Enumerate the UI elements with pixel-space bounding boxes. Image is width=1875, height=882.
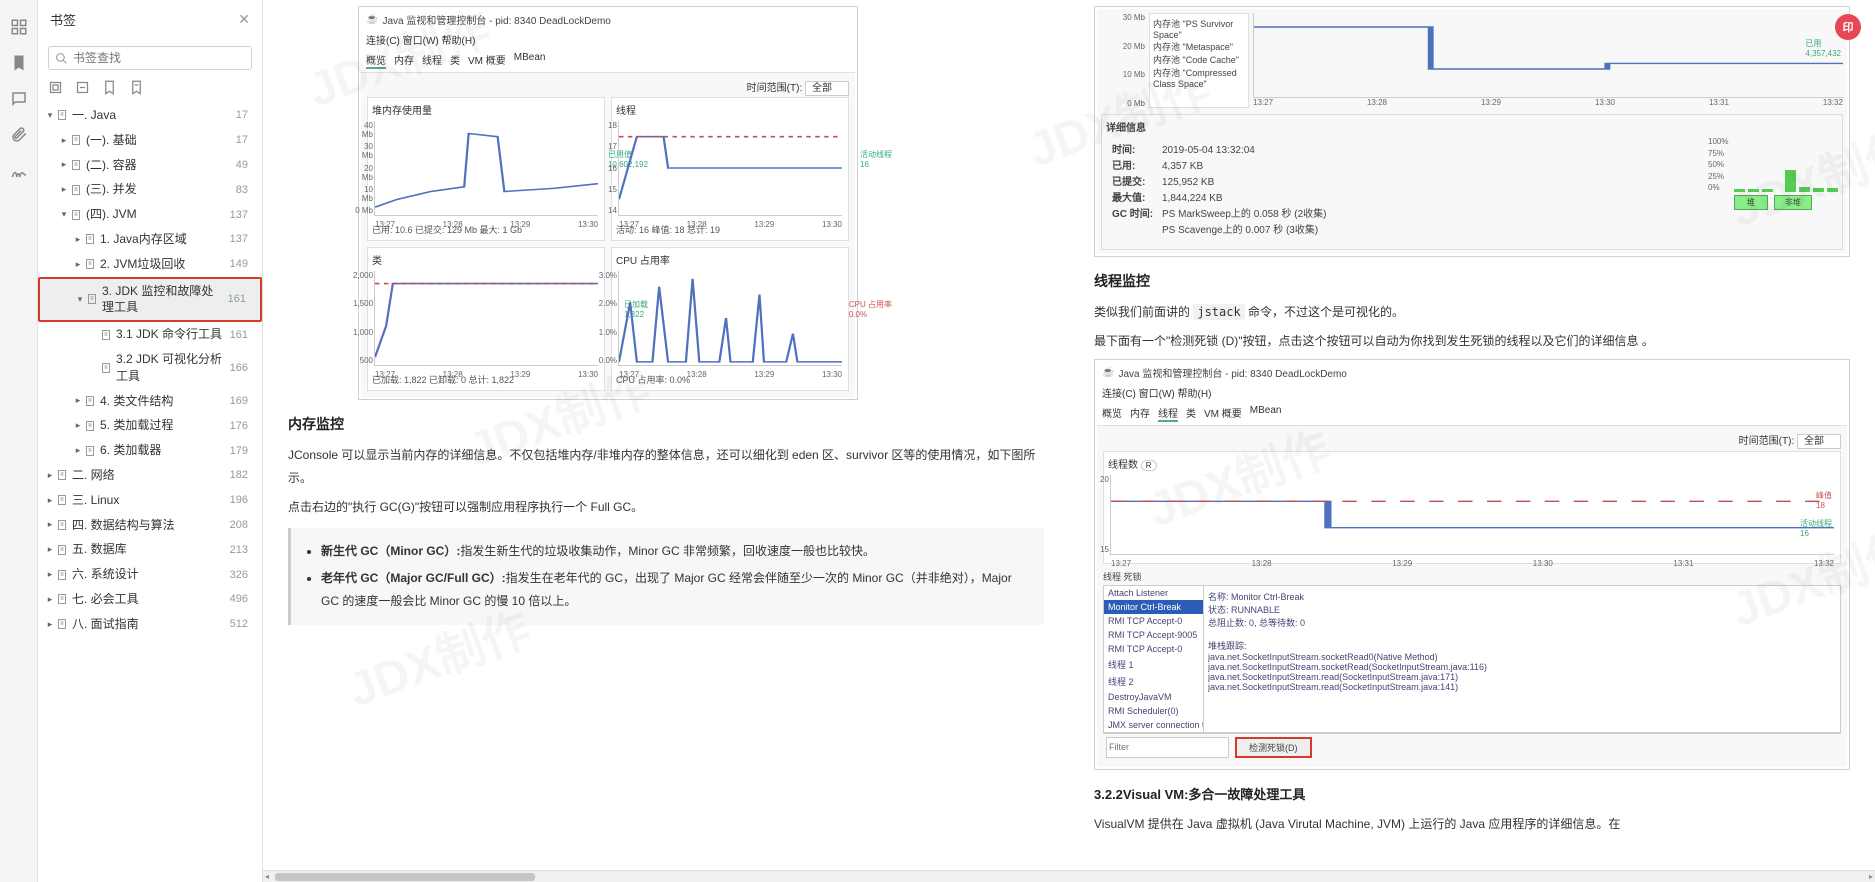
bookmark-item[interactable]: (二). 容器49 xyxy=(38,153,262,178)
scrollbar-thumb[interactable] xyxy=(275,873,535,881)
bookmark-ribbon-icon[interactable] xyxy=(129,80,144,95)
thread-chart: 线程 1817161514 13:2713:2813:2913:30 活动线程 … xyxy=(611,97,849,241)
bookmark-item[interactable]: 1. Java内存区域137 xyxy=(38,227,262,252)
heading-thread: 线程监控 xyxy=(1094,271,1850,291)
bookmark-item[interactable]: 5. 类加载过程176 xyxy=(38,413,262,438)
bookmark-item[interactable]: 六. 系统设计326 xyxy=(38,562,262,587)
bookmark-icon[interactable] xyxy=(10,54,28,72)
horizontal-scrollbar[interactable]: ◂ ▸ xyxy=(263,870,1875,882)
bookmark-item[interactable]: (一). 基础17 xyxy=(38,128,262,153)
bookmark-item[interactable]: 2. JVM垃圾回收149 xyxy=(38,252,262,277)
bookmark-item[interactable]: 3.2 JDK 可视化分析工具166 xyxy=(38,347,262,389)
bookmark-item[interactable]: 五. 数据库213 xyxy=(38,537,262,562)
heap-chart: 堆内存使用量 40 Mb30 Mb20 Mb10 Mb0 Mb 13:2713:… xyxy=(367,97,605,241)
list-item: 老年代 GC（Major GC/Full GC）:指发生在老年代的 GC，出现了… xyxy=(321,567,1032,613)
add-bookmark-icon[interactable] xyxy=(102,80,117,95)
paragraph: 最下面有一个"检测死锁 (D)"按钮，点击这个按钮可以自动为你找到发生死锁的线程… xyxy=(1094,330,1850,353)
bookmark-item[interactable]: (三). 并发83 xyxy=(38,177,262,202)
class-chart: 类 2,0001,5001,000500 13:2713:2813:2913:3… xyxy=(367,247,605,391)
bookmark-search[interactable] xyxy=(48,46,252,70)
search-icon xyxy=(55,52,68,65)
bookmarks-sidebar: 书签 ✕ 一. Java17(一). 基础17(二). 容器49(三). 并发8… xyxy=(38,0,263,882)
heading-visualvm: 3.2.2Visual VM:多合一故障处理工具 xyxy=(1094,784,1850,803)
page-right: 30 Mb20 Mb10 Mb0 Mb 内存池 "PS Survivor Spa… xyxy=(1069,0,1875,882)
bookmark-item[interactable]: 3.1 JDK 命令行工具161 xyxy=(38,322,262,347)
document-content: JDX制作 JDX制作 JDX制作 JDX制作 JDX制作 JDX制作 JDX制… xyxy=(263,0,1875,882)
bookmark-item[interactable]: 三. Linux196 xyxy=(38,488,262,513)
collapse-all-icon[interactable] xyxy=(75,80,90,95)
attachment-icon[interactable] xyxy=(10,126,28,144)
list-item: 新生代 GC（Minor GC）:指发生新生代的垃圾收集动作，Minor GC … xyxy=(321,540,1032,563)
detect-deadlock-button[interactable]: 检测死锁(D) xyxy=(1235,737,1312,758)
bookmark-item[interactable]: (四). JVM137 xyxy=(38,202,262,227)
bookmark-item[interactable]: 一. Java17 xyxy=(38,103,262,128)
bookmark-item[interactable]: 6. 类加载器179 xyxy=(38,438,262,463)
expand-all-icon[interactable] xyxy=(48,80,63,95)
signature-icon[interactable] xyxy=(10,162,28,180)
thumbnails-icon[interactable] xyxy=(10,18,28,36)
bookmark-tree: 一. Java17(一). 基础17(二). 容器49(三). 并发83(四).… xyxy=(38,103,262,882)
bookmark-item[interactable]: 四. 数据结构与算法208 xyxy=(38,513,262,538)
jconsole-overview-figure: ☕Java 监视和管理控制台 - pid: 8340 DeadLockDemo … xyxy=(358,6,858,400)
bookmark-item[interactable]: 八. 面试指南512 xyxy=(38,612,262,637)
thread-filter-input[interactable] xyxy=(1106,737,1229,758)
paragraph: VisualVM 提供在 Java 虚拟机 (Java Virutal Mach… xyxy=(1094,813,1850,836)
left-rail xyxy=(0,0,38,882)
bookmark-item[interactable]: 3. JDK 监控和故障处理工具161 xyxy=(38,277,262,323)
bookmark-item[interactable]: 二. 网络182 xyxy=(38,463,262,488)
comment-icon[interactable] xyxy=(10,90,28,108)
paragraph: JConsole 可以显示当前内存的详细信息。不仅包括堆内存/非堆内存的整体信息… xyxy=(288,444,1044,490)
paragraph: 点击右边的"执行 GC(G)"按钮可以强制应用程序执行一个 Full GC。 xyxy=(288,496,1044,519)
java-icon: ☕ xyxy=(1102,367,1114,378)
java-icon: ☕ xyxy=(366,14,378,25)
gc-quote: 新生代 GC（Minor GC）:指发生新生代的垃圾收集动作，Minor GC … xyxy=(288,528,1044,624)
cpu-chart: CPU 占用率 3.0%2.0%1.0%0.0% 13:2713:2813:29… xyxy=(611,247,849,391)
close-icon[interactable]: ✕ xyxy=(238,11,250,28)
sidebar-title: 书签 xyxy=(50,10,238,29)
bookmark-item[interactable]: 七. 必会工具496 xyxy=(38,587,262,612)
jconsole-memory-figure: 30 Mb20 Mb10 Mb0 Mb 内存池 "PS Survivor Spa… xyxy=(1094,6,1850,257)
paragraph: 类似我们前面讲的 jstack 命令，不过这个是可视化的。 xyxy=(1094,301,1850,324)
heading-memory: 内存监控 xyxy=(288,414,1044,434)
bookmark-search-input[interactable] xyxy=(73,51,245,65)
page-left: ☕Java 监视和管理控制台 - pid: 8340 DeadLockDemo … xyxy=(263,0,1069,882)
stamp-badge: 印 xyxy=(1835,14,1861,40)
bookmark-item[interactable]: 4. 类文件结构169 xyxy=(38,389,262,414)
sidebar-toolbar xyxy=(38,78,262,103)
jconsole-thread-figure: ☕Java 监视和管理控制台 - pid: 8340 DeadLockDemo … xyxy=(1094,359,1850,770)
